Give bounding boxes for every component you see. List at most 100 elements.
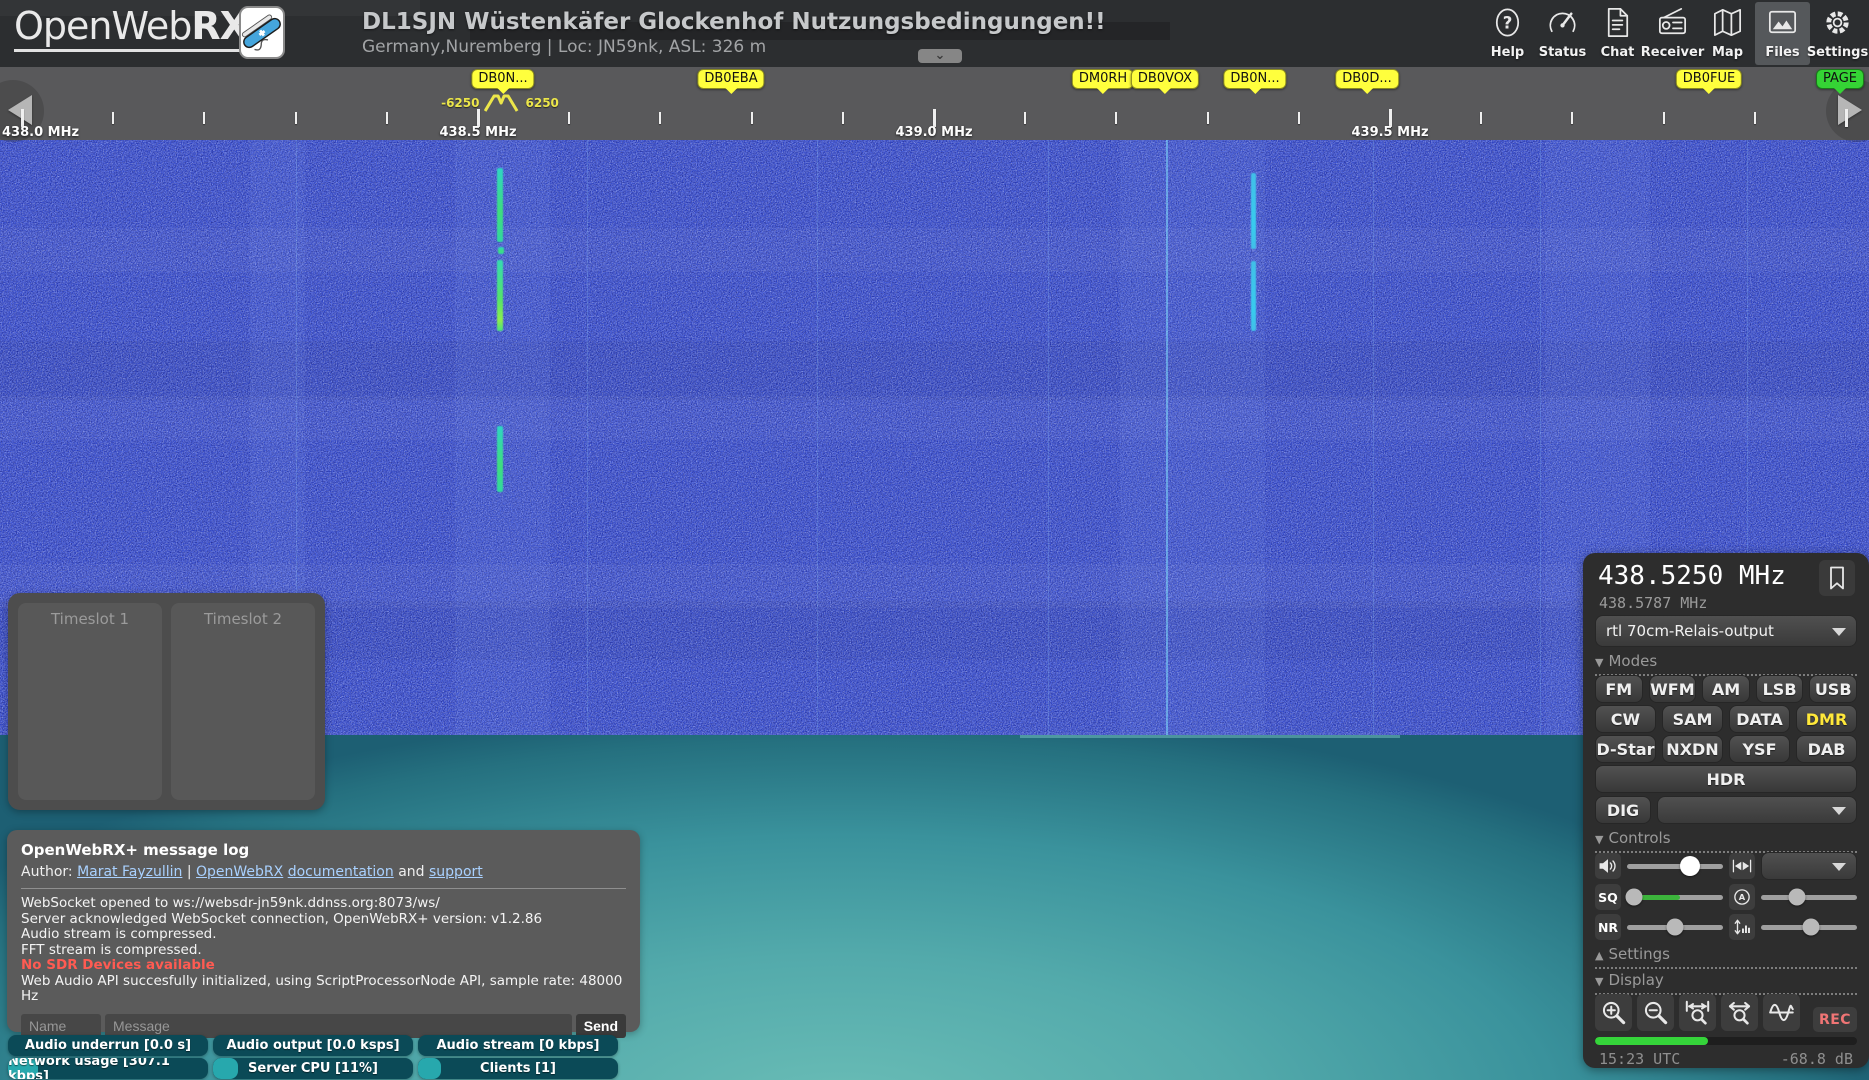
modes-section-header[interactable]: ▼ Modes xyxy=(1595,652,1857,676)
chat-icon xyxy=(1600,5,1635,44)
mode-button-dab[interactable]: DAB xyxy=(1796,735,1857,763)
swiss-knife-logo[interactable] xyxy=(239,6,285,59)
top-navigation: ?HelpStatusChatReceiver Map Files Settings xyxy=(1480,2,1865,65)
mute-button[interactable] xyxy=(1595,853,1621,879)
nav-item-files[interactable]: Files xyxy=(1755,2,1810,65)
mode-button-hdr[interactable]: HDR xyxy=(1595,765,1857,793)
log-link[interactable]: support xyxy=(429,864,483,880)
mode-button-lsb[interactable]: LSB xyxy=(1756,675,1804,703)
waterfall-auto-level-button[interactable] xyxy=(1729,914,1755,940)
mode-button-dmr[interactable]: DMR xyxy=(1796,705,1857,733)
profile-select[interactable]: rtl 70cm-Relais-output xyxy=(1595,615,1857,647)
display-section-header[interactable]: ▼Display xyxy=(1595,971,1857,995)
nav-item-status[interactable]: Status xyxy=(1535,2,1590,65)
status-pill-progress xyxy=(418,1058,441,1079)
aux-knob-2[interactable] xyxy=(1802,919,1819,936)
zoom-out-button[interactable] xyxy=(1637,994,1674,1031)
svg-text:?: ? xyxy=(1503,13,1513,32)
chat-message-input[interactable] xyxy=(105,1014,572,1038)
spectrum-toggle-button[interactable] xyxy=(1763,994,1800,1031)
mode-button-am[interactable]: AM xyxy=(1702,675,1750,703)
scroll-left-icon[interactable] xyxy=(8,95,32,125)
bookmark-page[interactable]: PAGE xyxy=(1816,69,1864,89)
controls-section-header[interactable]: ▼Controls xyxy=(1595,829,1857,853)
collapse-topbar-button[interactable]: ⌄ xyxy=(918,49,962,63)
mode-button-fm[interactable]: FM xyxy=(1595,675,1643,703)
nav-item-label: Files xyxy=(1765,45,1799,60)
noise-reduction-row: NR xyxy=(1595,913,1857,941)
log-link[interactable]: OpenWebRX xyxy=(196,864,283,880)
squelch-knob[interactable] xyxy=(1625,889,1642,906)
mode-button-dig[interactable]: DIG xyxy=(1595,796,1651,824)
squelch-label: SQ xyxy=(1598,890,1618,905)
passband-icon[interactable] xyxy=(484,93,520,112)
bandwidth-low-label[interactable]: -6250 xyxy=(441,96,479,110)
tuning-envelope[interactable]: -6250 6250 xyxy=(441,93,559,112)
zoom-in-button[interactable] xyxy=(1595,994,1632,1031)
timeslot-1[interactable]: Timeslot 1 xyxy=(18,603,162,800)
mode-button-ysf[interactable]: YSF xyxy=(1729,735,1790,763)
bookmark-db0d[interactable]: DB0D... xyxy=(1335,69,1399,89)
scale-frequency-label: 439.5 MHz xyxy=(1351,125,1428,140)
noise-reduction-knob[interactable] xyxy=(1667,919,1684,936)
mode-button-cw[interactable]: CW xyxy=(1595,705,1656,733)
add-bookmark-button[interactable] xyxy=(1819,560,1855,596)
bookmark-db0n[interactable]: DB0N... xyxy=(1223,69,1286,89)
log-link[interactable]: Marat Fayzullin xyxy=(77,864,182,880)
tuned-frequency[interactable]: 438.5250 MHz xyxy=(1598,561,1786,591)
noise-reduction-slider[interactable] xyxy=(1627,925,1723,930)
modes-header-label: Modes xyxy=(1608,652,1657,670)
bookmark-db0eba[interactable]: DB0EBA xyxy=(697,69,764,89)
bookmark-db0n[interactable]: DB0N... xyxy=(471,69,534,89)
scale-tick xyxy=(1571,112,1573,124)
nav-item-help[interactable]: ?Help xyxy=(1480,2,1535,65)
scale-tick xyxy=(751,112,753,124)
aux-slider-1[interactable] xyxy=(1761,895,1857,900)
noise-reduction-button[interactable]: NR xyxy=(1595,914,1621,940)
audio-output-select[interactable] xyxy=(1761,852,1857,880)
auto-squelch-button[interactable]: A xyxy=(1729,884,1755,910)
settings-section-header[interactable]: ▲Settings xyxy=(1595,945,1857,969)
nav-item-chat[interactable]: Chat xyxy=(1590,2,1645,65)
log-line: Server acknowledged WebSocket connection… xyxy=(21,912,626,928)
scroll-right-icon[interactable] xyxy=(1838,95,1862,125)
waterfall-signal xyxy=(1251,261,1256,331)
bookmark-db0fue[interactable]: DB0FUE xyxy=(1676,69,1742,89)
bookmark-db0vox[interactable]: DB0VOX xyxy=(1131,69,1199,89)
digital-mode-select[interactable] xyxy=(1657,796,1857,824)
waterfall-faint-trace xyxy=(817,140,818,735)
nav-item-receiver[interactable]: Receiver xyxy=(1645,2,1700,65)
status-pill-progress xyxy=(213,1058,238,1079)
mode-button-data[interactable]: DATA xyxy=(1729,705,1790,733)
squelch-button[interactable]: SQ xyxy=(1595,884,1621,910)
nav-item-settings[interactable]: Settings xyxy=(1810,2,1865,65)
bookmark-dm0rh[interactable]: DM0RH xyxy=(1072,69,1134,89)
chevron-down-icon: ▼ xyxy=(1595,656,1603,669)
bandwidth-high-label[interactable]: 6250 xyxy=(525,96,558,110)
mode-button-nxdn[interactable]: NXDN xyxy=(1662,735,1723,763)
aux-slider-2[interactable] xyxy=(1761,925,1857,930)
log-link[interactable]: documentation xyxy=(288,864,394,880)
nav-item-label: Map xyxy=(1712,45,1743,60)
zoom-full-button[interactable] xyxy=(1721,994,1758,1031)
mode-button-usb[interactable]: USB xyxy=(1809,675,1857,703)
mode-button-sam[interactable]: SAM xyxy=(1662,705,1723,733)
help-icon: ? xyxy=(1490,5,1525,44)
log-line: Audio stream is compressed. xyxy=(21,927,626,943)
squelch-slider[interactable] xyxy=(1627,895,1723,900)
volume-knob[interactable] xyxy=(1680,856,1700,876)
squelch-default-button[interactable] xyxy=(1729,853,1755,879)
volume-slider[interactable] xyxy=(1627,864,1723,869)
chat-name-input[interactable] xyxy=(21,1014,101,1038)
send-button[interactable]: Send xyxy=(576,1014,626,1038)
aux-knob-1[interactable] xyxy=(1788,889,1805,906)
zoom-to-band-button[interactable] xyxy=(1679,994,1716,1031)
mode-buttons-row3: D-StarNXDNYSFDAB xyxy=(1595,735,1857,763)
status-pill: Network usage [307.1 kbps] xyxy=(8,1058,208,1079)
nav-item-map[interactable]: Map xyxy=(1700,2,1755,65)
mode-button-wfm[interactable]: WFM xyxy=(1649,675,1697,703)
nav-item-label: Settings xyxy=(1807,45,1868,60)
record-button[interactable]: REC xyxy=(1813,1007,1857,1032)
mode-button-d-star[interactable]: D-Star xyxy=(1595,735,1656,763)
timeslot-2[interactable]: Timeslot 2 xyxy=(171,603,315,800)
